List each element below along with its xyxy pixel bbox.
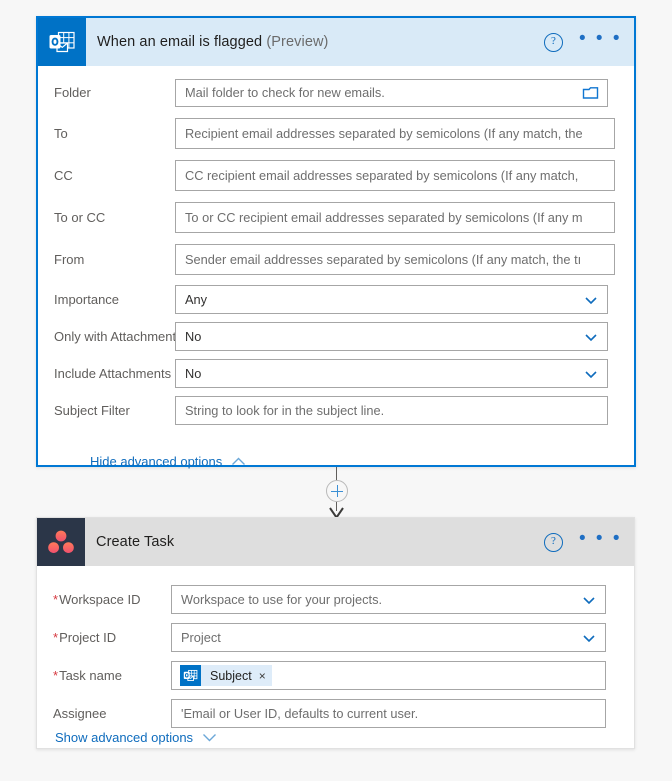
field-label: CC bbox=[54, 168, 73, 183]
chevron-up-icon bbox=[231, 457, 246, 466]
field-label: *Task name bbox=[37, 668, 171, 683]
field-row: Include Attachments No bbox=[38, 358, 634, 389]
trigger-header-tools: ? • • • bbox=[543, 18, 622, 66]
field-row: *Task name Subject × bbox=[37, 660, 634, 691]
field-row: *Workspace ID Workspace to use for your … bbox=[37, 584, 634, 615]
insert-step-button[interactable] bbox=[326, 480, 348, 502]
include-attachments-value: No bbox=[185, 366, 202, 381]
chevron-down-icon bbox=[582, 593, 596, 607]
chevron-down-icon bbox=[582, 631, 596, 645]
field-label: Only with Attachments bbox=[54, 329, 183, 344]
folder-picker-icon[interactable] bbox=[582, 85, 599, 101]
field-label: *Workspace ID bbox=[37, 592, 171, 607]
field-row: To Recipient email addresses separated b… bbox=[38, 117, 634, 150]
asana-icon bbox=[37, 518, 85, 566]
close-icon[interactable]: × bbox=[259, 670, 266, 682]
field-label: Assignee bbox=[53, 706, 107, 721]
required-marker: * bbox=[53, 592, 59, 607]
cc-input-placeholder: CC recipient email addresses separated b… bbox=[185, 168, 579, 183]
cc-input[interactable]: CC recipient email addresses separated b… bbox=[175, 160, 615, 191]
field-label-text: Task name bbox=[59, 668, 122, 683]
trigger-title-preview-tag: (Preview) bbox=[266, 34, 329, 50]
chevron-down-icon bbox=[584, 367, 598, 381]
field-row: Subject Filter String to look for in the… bbox=[38, 395, 634, 426]
field-row: Folder Mail folder to check for new emai… bbox=[38, 75, 634, 110]
include-attachments-dropdown[interactable]: No bbox=[175, 359, 608, 388]
dynamic-content-token[interactable]: Subject × bbox=[180, 665, 272, 686]
workspace-id-dropdown[interactable]: Workspace to use for your projects. bbox=[171, 585, 606, 614]
more-options-icon[interactable]: • • • bbox=[579, 29, 622, 50]
required-marker: * bbox=[53, 668, 59, 683]
folder-input-placeholder: Mail folder to check for new emails. bbox=[185, 85, 385, 100]
field-label: To bbox=[54, 126, 68, 141]
trigger-card-title: When an email is flagged (Preview) bbox=[97, 34, 329, 50]
to-or-cc-input[interactable]: To or CC recipient email addresses separ… bbox=[175, 202, 615, 233]
action-card-body: *Workspace ID Workspace to use for your … bbox=[37, 584, 634, 745]
field-label: To or CC bbox=[54, 210, 106, 225]
trigger-card-body: Folder Mail folder to check for new emai… bbox=[38, 75, 634, 469]
field-row: CC CC recipient email addresses separate… bbox=[38, 159, 634, 192]
trigger-title-text: When an email is flagged bbox=[97, 34, 263, 50]
trigger-card[interactable]: When an email is flagged (Preview) ? • •… bbox=[36, 16, 636, 469]
subject-filter-placeholder: String to look for in the subject line. bbox=[185, 403, 385, 418]
to-or-cc-input-placeholder: To or CC recipient email addresses separ… bbox=[185, 210, 583, 225]
field-row: From Sender email addresses separated by… bbox=[38, 243, 634, 276]
action-card-header[interactable]: Create Task ? • • • bbox=[37, 518, 634, 566]
chevron-down-icon bbox=[584, 293, 598, 307]
flow-designer-canvas: When an email is flagged (Preview) ? • •… bbox=[0, 0, 672, 781]
outlook-icon bbox=[180, 665, 201, 686]
field-label-text: Workspace ID bbox=[59, 592, 141, 607]
folder-input[interactable]: Mail folder to check for new emails. bbox=[175, 78, 608, 107]
project-id-dropdown[interactable]: Project bbox=[171, 623, 606, 652]
field-row: Importance Any bbox=[38, 284, 634, 315]
importance-dropdown[interactable]: Any bbox=[175, 285, 608, 314]
help-icon[interactable]: ? bbox=[543, 32, 563, 52]
field-label-text: Project ID bbox=[59, 630, 117, 645]
chevron-down-icon bbox=[202, 733, 217, 742]
to-input[interactable]: Recipient email addresses separated by s… bbox=[175, 118, 615, 149]
action-header-tools: ? • • • bbox=[543, 518, 622, 566]
from-input-placeholder: Sender email addresses separated by semi… bbox=[185, 252, 582, 267]
field-label: Subject Filter bbox=[54, 403, 130, 418]
assignee-input[interactable]: 'Email or User ID, defaults to current u… bbox=[171, 699, 606, 728]
required-marker: * bbox=[53, 630, 59, 645]
field-label: Include Attachments bbox=[54, 366, 172, 381]
field-row: Only with Attachments No bbox=[38, 321, 634, 352]
field-label: *Project ID bbox=[37, 630, 171, 645]
project-id-placeholder: Project bbox=[181, 630, 221, 645]
only-with-attachments-value: No bbox=[185, 329, 202, 344]
field-row: To or CC To or CC recipient email addres… bbox=[38, 201, 634, 234]
field-label: Folder bbox=[54, 85, 91, 100]
field-label: From bbox=[54, 252, 85, 267]
action-card[interactable]: Create Task ? • • • *Workspace ID Worksp… bbox=[36, 517, 635, 749]
assignee-placeholder: 'Email or User ID, defaults to current u… bbox=[181, 706, 419, 721]
flow-connector bbox=[0, 467, 672, 520]
chevron-down-icon bbox=[584, 330, 598, 344]
more-options-icon[interactable]: • • • bbox=[579, 529, 622, 550]
field-row: *Project ID Project bbox=[37, 622, 634, 653]
task-name-input[interactable]: Subject × bbox=[171, 661, 606, 690]
trigger-card-header[interactable]: When an email is flagged (Preview) ? • •… bbox=[38, 18, 634, 66]
token-label: Subject bbox=[210, 668, 252, 683]
outlook-icon bbox=[38, 18, 86, 66]
subject-filter-input[interactable]: String to look for in the subject line. bbox=[175, 396, 608, 425]
importance-value: Any bbox=[185, 292, 208, 307]
field-row: Assignee 'Email or User ID, defaults to … bbox=[37, 698, 634, 729]
from-input[interactable]: Sender email addresses separated by semi… bbox=[175, 244, 615, 275]
connector-line-top bbox=[336, 467, 337, 480]
only-with-attachments-dropdown[interactable]: No bbox=[175, 322, 608, 351]
action-card-title: Create Task bbox=[96, 534, 175, 550]
workspace-id-placeholder: Workspace to use for your projects. bbox=[181, 592, 383, 607]
show-advanced-options-label: Show advanced options bbox=[55, 730, 194, 745]
help-icon[interactable]: ? bbox=[543, 532, 563, 552]
field-label: Importance bbox=[54, 292, 120, 307]
to-input-placeholder: Recipient email addresses separated by s… bbox=[185, 126, 583, 141]
show-advanced-options-link[interactable]: Show advanced options bbox=[55, 730, 217, 745]
